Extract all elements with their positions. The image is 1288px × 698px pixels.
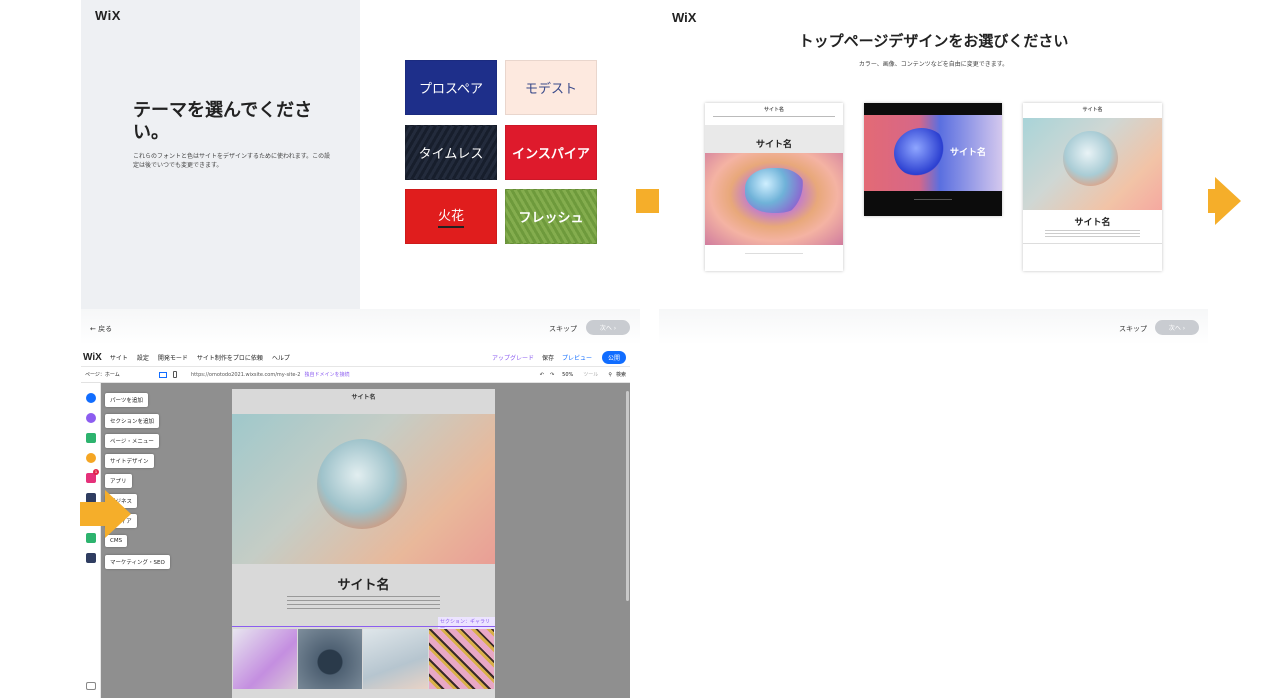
card-hero-object [894,128,949,178]
theme-tile-spark[interactable]: 火花 [405,189,497,244]
theme-label: モデスト [524,82,577,97]
tools-button[interactable]: ツール [583,371,598,378]
menu-apps[interactable]: アプリ [105,474,132,488]
menu-hire-pro[interactable]: サイト制作をプロに依頼 [197,353,263,362]
site-page-preview[interactable]: サイト名 サイト名 セクション：ギャラリー [232,389,495,698]
add-icon[interactable] [86,393,96,403]
card-body-text [1045,228,1140,238]
left-tool-sidebar: 1 [81,383,101,698]
gallery-image-4[interactable] [429,629,494,689]
arrow-right-icon [80,490,132,538]
editor-address-bar: ページ：ホーム https://omotodo2021.wixsite.com/… [81,367,630,383]
divider [1023,243,1162,244]
wix-logo: WiX [672,10,697,25]
page-title: トップページデザインをお選びください [798,32,1069,50]
theme-selection-panel: WiX テーマを選んでください。 これらのフォントと色はサイトをデザインするため… [81,0,640,345]
gallery-image-3[interactable] [363,629,428,689]
publish-button[interactable]: 公開 [601,350,626,364]
wix-editor-panel: WiX サイト 設定 開発モード サイト制作をプロに依頼 ヘルプ アップグレード… [81,348,630,698]
divider [914,199,952,200]
menu-site[interactable]: サイト [110,353,128,362]
card-hero-object [1063,131,1118,186]
wix-logo: WiX [95,8,121,23]
theme-label: タイムレス [418,147,484,162]
page-description: これらのフォントと色はサイトをデザインするために使われます。この設定は後でいつで… [133,153,331,169]
card-site-name-small: サイト名 [763,107,784,113]
editor-top-bar: WiX サイト 設定 開発モード サイト制作をプロに依頼 ヘルプ アップグレード… [81,348,630,367]
search-button[interactable]: 検索 [616,371,626,378]
page-site-name: サイト名 [337,578,390,593]
homepage-design-panel: WiX トップページデザインをお選びください カラー、画像、コンテンツなどを自由… [659,0,1208,345]
redo-icon[interactable]: ↷ [550,372,554,378]
back-button[interactable]: ← 戻る [90,324,112,334]
gallery-image-2[interactable] [298,629,362,689]
design-icon[interactable] [86,453,96,463]
mobile-icon[interactable] [173,371,177,378]
save-button[interactable]: 保存 [542,353,554,362]
next-button[interactable]: 次へ › [1155,320,1199,335]
skip-button[interactable]: スキップ [1119,324,1147,334]
wix-logo: WiX [83,351,102,363]
marketing-icon[interactable] [86,553,96,563]
notification-badge: 1 [93,469,99,475]
card-site-name: サイト名 [949,148,986,158]
body-text [287,593,440,609]
theme-tile-fresh[interactable]: フレッシュ [505,189,597,244]
theme-tile-inspire[interactable]: インスパイア [505,125,597,180]
theme-tile-prosper[interactable]: プロスペア [405,60,497,115]
menu-pages[interactable]: ページ・メニュー [105,434,159,448]
theme-label: プロスペア [418,82,484,97]
skip-button[interactable]: スキップ [549,324,577,334]
section-border [232,626,495,627]
zoom-level[interactable]: 50% [562,372,573,378]
card-hero-object [745,168,805,213]
menu-add-section[interactable]: セクションを追加 [105,414,160,428]
menu-dev-mode[interactable]: 開発モード [158,353,188,362]
preview-button[interactable]: プレビュー [562,353,592,362]
divider [713,116,835,117]
upgrade-button[interactable]: アップグレード [492,353,534,362]
design-card-2[interactable]: サイト名 [864,103,1002,216]
undo-icon[interactable]: ↶ [540,372,544,378]
menu-add-parts[interactable]: パーツを追加 [105,393,148,407]
theme-label: 火花 [437,205,464,228]
scrollbar[interactable] [626,391,629,601]
search-icon[interactable]: ⚲ [608,372,612,378]
design-card-1[interactable]: サイト名 サイト名 [705,103,843,271]
connect-domain-link[interactable]: 独自ドメインを接続 [304,371,349,378]
editor-canvas: サイト名 サイト名 セクション：ギャラリー [101,383,630,698]
menu-help[interactable]: ヘルプ [272,353,290,362]
desktop-icon[interactable] [159,371,167,378]
theme-label: インスパイア [512,147,590,162]
gallery-image-1[interactable] [233,629,297,689]
menu-marketing-seo[interactable]: マーケティング・SEO [105,555,170,569]
design-card-3[interactable]: サイト名 サイト名 [1023,103,1162,271]
next-button[interactable]: 次へ › [586,320,630,335]
sections-icon[interactable] [86,413,96,423]
card-site-name-small: サイト名 [1082,107,1103,113]
hero-object [317,439,407,529]
menu-site-design[interactable]: サイトデザイン [105,454,154,468]
theme-tile-timeless[interactable]: タイムレス [405,125,497,180]
page-title: テーマを選んでください。 [133,100,313,143]
theme-label: フレッシュ [518,211,584,226]
card-site-name: サイト名 [1074,218,1111,228]
page-select[interactable]: ページ：ホーム [85,371,153,378]
page-site-name-small: サイト名 [351,394,376,401]
menu-settings[interactable]: 設定 [137,353,149,362]
page-subtitle: カラー、画像、コンテンツなどを自由に変更できます。 [858,61,1009,68]
pages-icon[interactable] [86,433,96,443]
layers-icon[interactable] [86,682,96,690]
theme-tile-modest[interactable]: モデスト [505,60,597,115]
card-site-name: サイト名 [755,140,792,150]
divider [745,253,803,254]
site-url: https://omotodo2021.wixsite.com/my-site-… [191,371,301,378]
